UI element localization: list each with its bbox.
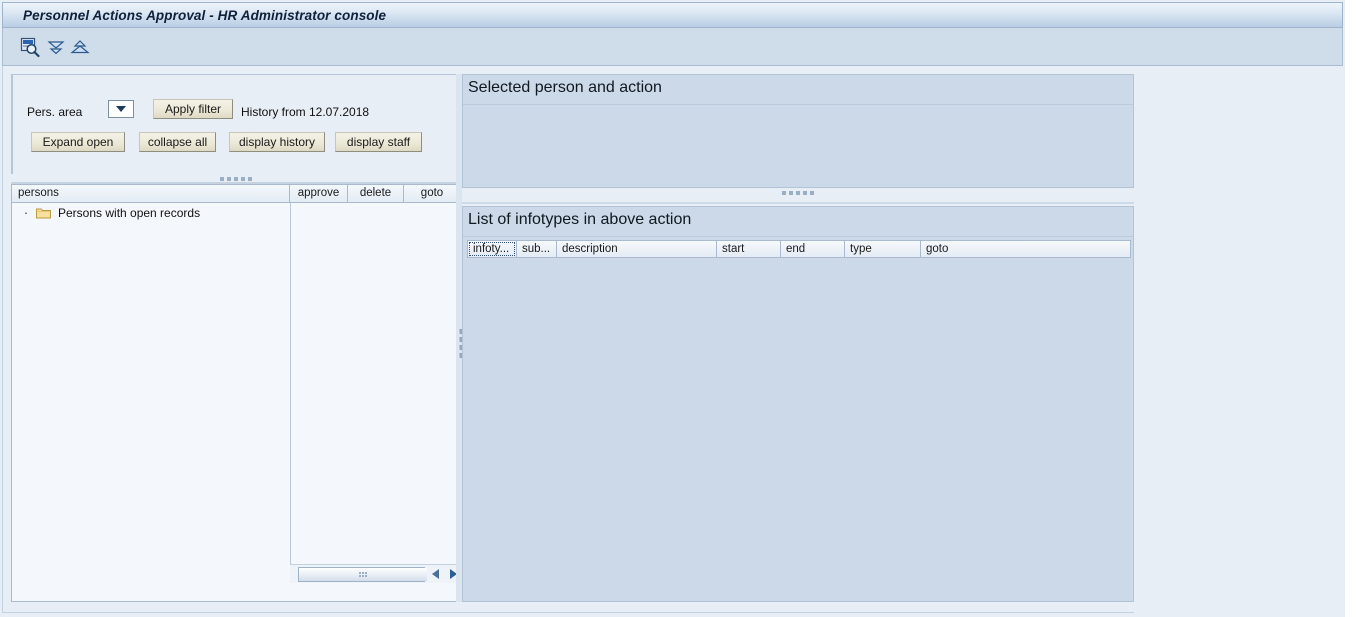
window-title: Personnel Actions Approval - HR Administ… bbox=[23, 7, 387, 23]
right-horizontal-splitter[interactable] bbox=[462, 188, 1134, 206]
collapse-all-icon[interactable] bbox=[45, 36, 67, 58]
main-content-area: Pers. area Apply filter History from 12.… bbox=[2, 66, 1344, 613]
infotypes-table-header: infoty... sub... description start end t… bbox=[467, 240, 1131, 258]
scroll-left-button[interactable] bbox=[429, 567, 443, 582]
history-from-label: History from 12.07.2018 bbox=[241, 105, 370, 119]
scrollbar-thumb[interactable] bbox=[299, 567, 427, 581]
left-pane: Pers. area Apply filter History from 12.… bbox=[11, 74, 461, 602]
tree-horizontal-scrollbar[interactable] bbox=[290, 564, 460, 583]
display-search-icon[interactable] bbox=[19, 36, 41, 58]
persons-tree-table: persons approve delete goto · Persons wi… bbox=[11, 184, 461, 602]
left-horizontal-splitter[interactable] bbox=[11, 174, 461, 184]
panel-divider bbox=[463, 104, 1133, 105]
infotypes-panel-title: List of infotypes in above action bbox=[468, 211, 692, 228]
column-header-subtype[interactable]: sub... bbox=[517, 240, 557, 258]
right-pane: Selected person and action List of infot… bbox=[462, 74, 1134, 602]
column-header-approve[interactable]: approve bbox=[290, 185, 348, 202]
tree-column-divider bbox=[290, 203, 291, 583]
splitter-grip bbox=[782, 191, 814, 195]
persons-tree-body: · Persons with open records bbox=[12, 203, 460, 583]
folder-icon bbox=[36, 207, 51, 219]
column-header-description[interactable]: description bbox=[557, 240, 717, 258]
expand-all-icon[interactable] bbox=[69, 36, 91, 58]
column-header-delete[interactable]: delete bbox=[348, 185, 404, 202]
arrow-left-icon bbox=[432, 569, 440, 579]
chevron-down-icon bbox=[116, 106, 126, 112]
display-history-button[interactable]: display history bbox=[229, 132, 325, 152]
tree-node-label: Persons with open records bbox=[58, 206, 201, 220]
selected-person-panel: Selected person and action bbox=[462, 74, 1134, 188]
apply-filter-button[interactable]: Apply filter bbox=[153, 99, 233, 119]
expand-open-button[interactable]: Expand open bbox=[31, 132, 125, 152]
pers-area-dropdown[interactable] bbox=[108, 100, 134, 118]
scrollbar-track[interactable] bbox=[298, 566, 427, 582]
collapse-all-button[interactable]: collapse all bbox=[139, 132, 216, 152]
outer-right-margin bbox=[1345, 0, 1357, 617]
column-header-infotype[interactable]: infoty... bbox=[467, 240, 517, 258]
persons-tree-header: persons approve delete goto bbox=[12, 185, 460, 203]
column-header-end[interactable]: end bbox=[781, 240, 845, 258]
column-header-persons[interactable]: persons bbox=[12, 185, 290, 202]
selected-person-panel-title: Selected person and action bbox=[468, 79, 662, 96]
panel-divider bbox=[463, 236, 1133, 237]
scrollbar-grip-icon bbox=[359, 571, 367, 577]
application-toolbar: © www.tutorialkart.com bbox=[2, 28, 1343, 88]
application-window: Personnel Actions Approval - HR Administ… bbox=[0, 0, 1345, 617]
column-header-type[interactable]: type bbox=[845, 240, 921, 258]
splitter-rule bbox=[462, 202, 1134, 204]
filter-panel: Pers. area Apply filter History from 12.… bbox=[11, 74, 461, 174]
pers-area-label: Pers. area bbox=[27, 105, 83, 119]
splitter-grip bbox=[220, 177, 252, 181]
column-header-goto[interactable]: goto bbox=[404, 185, 460, 202]
right-gutter bbox=[1134, 66, 1344, 613]
tree-node-row[interactable]: · Persons with open records bbox=[12, 203, 290, 223]
infotypes-panel: List of infotypes in above action infoty… bbox=[462, 206, 1134, 602]
window-title-bar: Personnel Actions Approval - HR Administ… bbox=[2, 2, 1343, 28]
column-header-start[interactable]: start bbox=[717, 240, 781, 258]
column-header-goto[interactable]: goto bbox=[921, 240, 1131, 258]
tree-expander-icon[interactable]: · bbox=[22, 206, 30, 219]
display-staff-button[interactable]: display staff bbox=[335, 132, 422, 152]
